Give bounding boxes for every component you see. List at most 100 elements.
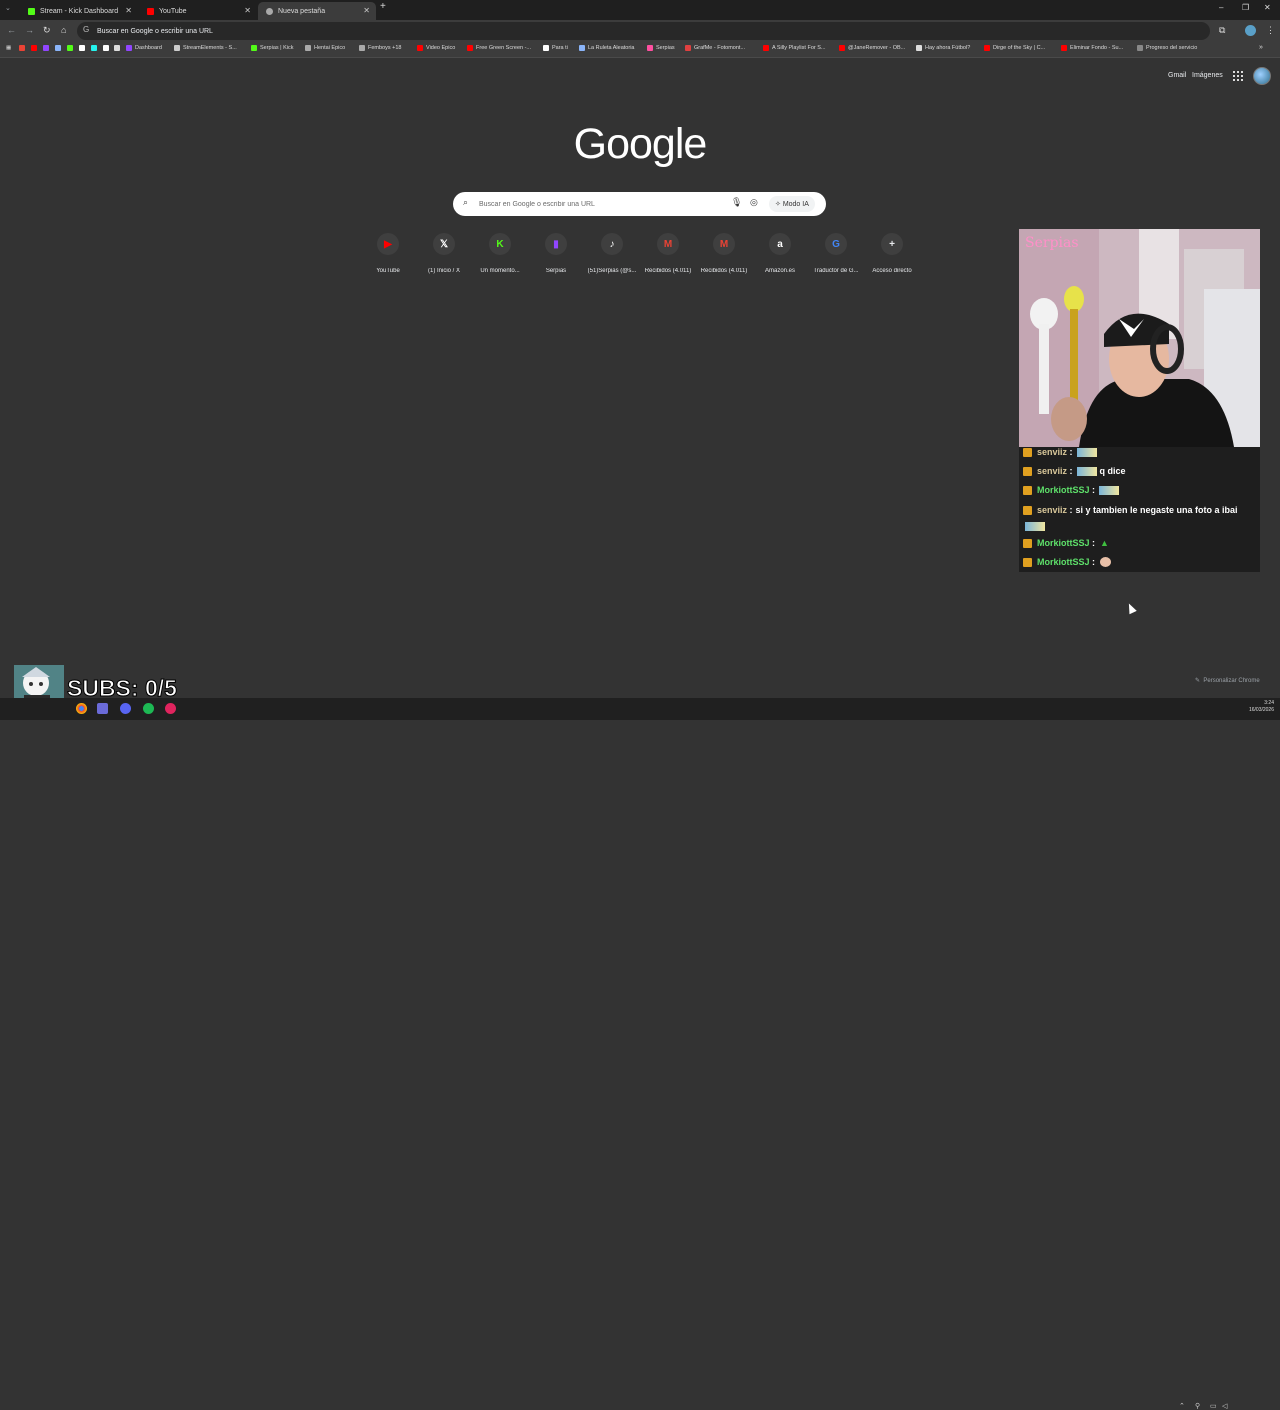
mouse-cursor xyxy=(1125,601,1137,615)
bookmark-icon[interactable] xyxy=(43,45,52,51)
sub-badge-icon xyxy=(1023,557,1032,567)
shortcut-tile[interactable]: G Traductor de G... xyxy=(808,233,864,274)
shortcut-label: Serpias xyxy=(545,268,567,274)
bookmarks-overflow-icon[interactable]: » xyxy=(1259,44,1263,51)
sub-badge-icon xyxy=(1023,447,1032,457)
home-icon[interactable]: ⌂ xyxy=(61,25,66,35)
bookmark-icon[interactable] xyxy=(79,45,88,51)
forward-icon[interactable]: → xyxy=(25,25,34,35)
minimize-button[interactable]: – xyxy=(1219,3,1223,12)
bookmark-icon[interactable] xyxy=(67,45,76,51)
app-taskbar-icon[interactable] xyxy=(165,703,176,714)
new-tab-button[interactable]: + xyxy=(380,1,386,12)
google-apps-icon[interactable] xyxy=(1233,71,1243,81)
shortcut-tile[interactable]: ▮ Serpias xyxy=(528,233,584,274)
windows-taskbar: ⌃ ⚲ ▭ ◁ xyxy=(0,698,1280,1410)
tray-network-icon[interactable]: ⚲ xyxy=(1195,1402,1200,1410)
sub-badge-icon xyxy=(1023,538,1032,548)
account-avatar[interactable] xyxy=(1253,67,1271,85)
close-icon[interactable]: ✕ xyxy=(363,6,370,15)
shortcut-tile[interactable]: M Recibidos (4.011) xyxy=(640,233,696,274)
obs-taskbar-icon[interactable] xyxy=(97,703,108,714)
bookmark-streamelements[interactable]: StreamElements - S... xyxy=(174,45,237,51)
tray-volume-icon[interactable]: ◁ xyxy=(1222,1402,1227,1410)
bookmark-icon[interactable] xyxy=(19,45,28,51)
system-clock[interactable]: 3:24 16/03/2026 xyxy=(1234,700,1274,714)
bookmark-eliminar-fondo[interactable]: Eliminar Fondo - Su... xyxy=(1061,45,1123,51)
shortcut-label: Recibidos (4.011) xyxy=(644,268,692,274)
shortcut-tile[interactable]: ▶ YouTube xyxy=(360,233,416,274)
emote-icon xyxy=(1025,522,1045,531)
close-window-button[interactable]: ✕ xyxy=(1264,3,1271,12)
bookmark-grafme[interactable]: GrafMe - Fotomont... xyxy=(685,45,745,51)
bookmark-folder[interactable]: Femboys +18 xyxy=(359,45,401,51)
shortcut-label: Un momento... xyxy=(480,268,520,274)
apps-icon[interactable]: ▦ xyxy=(6,45,11,51)
bookmark-janeremover[interactable]: @JaneRemover - OB... xyxy=(839,45,905,51)
close-icon[interactable]: ✕ xyxy=(244,6,251,15)
google-icon: G xyxy=(83,25,90,34)
bookmark-icon[interactable] xyxy=(103,45,112,51)
kick-icon xyxy=(28,7,35,15)
restore-button[interactable]: ❐ xyxy=(1242,3,1249,12)
images-link[interactable]: Imágenes xyxy=(1192,72,1223,79)
microphone-icon[interactable]: 🎙 xyxy=(731,197,742,208)
bookmarks-bar: ▦ Dashboard StreamElements - S... Serpia… xyxy=(0,42,1280,58)
tab-youtube[interactable]: YouTube ✕ xyxy=(139,2,257,20)
chrome-taskbar-icon[interactable] xyxy=(76,703,87,714)
ai-mode-button[interactable]: ✧ Modo IA xyxy=(769,196,815,212)
google-lens-icon[interactable]: ◎ xyxy=(750,197,758,208)
gmail-link[interactable]: Gmail xyxy=(1168,72,1186,79)
shortcut-label: Acceso directo xyxy=(872,268,912,274)
bookmark-futbol[interactable]: Hay ahora Fútbol? xyxy=(916,45,970,51)
webcam-neon-sign: Serpias xyxy=(1025,235,1079,251)
tab-label: Stream - Kick Dashboard xyxy=(40,7,119,15)
bookmark-dashboard[interactable]: Dashboard xyxy=(126,45,162,51)
shortcut-tile[interactable]: + Acceso directo xyxy=(864,233,920,274)
bookmark-serpias[interactable]: Serpias xyxy=(647,45,675,51)
spotify-taskbar-icon[interactable] xyxy=(143,703,154,714)
address-bar[interactable]: G Buscar en Google o escribir una URL xyxy=(77,22,1210,40)
sub-badge-icon xyxy=(1023,466,1032,476)
search-input[interactable] xyxy=(477,196,727,212)
bookmark-dirge[interactable]: Dirge of the Sky | C... xyxy=(984,45,1045,51)
bookmark-icon[interactable] xyxy=(91,45,100,51)
emote-icon xyxy=(1076,466,1097,476)
bookmark-playlist[interactable]: A Silly Playlist For S... xyxy=(763,45,826,51)
extensions-icon[interactable]: ⧉ xyxy=(1219,25,1225,36)
tab-kick-dashboard[interactable]: Stream - Kick Dashboard ✕ xyxy=(20,2,138,20)
discord-taskbar-icon[interactable] xyxy=(120,703,131,714)
shortcut-tile[interactable]: K Un momento... xyxy=(472,233,528,274)
bookmark-ruleta[interactable]: La Ruleta Aleatoria xyxy=(579,45,634,51)
ai-mode-icon: ✧ xyxy=(775,201,783,208)
shortcut-tile[interactable]: M Recibidos (4.011) xyxy=(696,233,752,274)
bookmark-serpias-kick[interactable]: Serpias | Kick xyxy=(251,45,294,51)
reload-icon[interactable]: ↻ xyxy=(43,25,51,36)
menu-icon[interactable]: ⋮ xyxy=(1266,25,1275,36)
chat-message: MorkiottSSJ : xyxy=(1023,557,1112,567)
back-icon[interactable]: ← xyxy=(7,25,16,35)
shortcut-tile[interactable]: ♪ (51)Serpias (@s... xyxy=(584,233,640,274)
shortcut-icon: M xyxy=(713,233,735,255)
bookmark-icon[interactable] xyxy=(31,45,40,51)
profile-icon[interactable] xyxy=(1245,25,1256,36)
bookmark-icon[interactable] xyxy=(55,45,64,51)
bookmark-icon[interactable] xyxy=(114,45,123,51)
tray-chevron-icon[interactable]: ⌃ xyxy=(1179,1402,1185,1410)
tab-new-tab[interactable]: Nueva pestaña ✕ xyxy=(258,2,376,20)
tray-monitor-icon[interactable]: ▭ xyxy=(1210,1402,1217,1410)
shortcut-icon: K xyxy=(489,233,511,255)
chat-message: MorkiottSSJ : ▲ xyxy=(1023,538,1109,548)
bookmark-video[interactable]: Video Epico xyxy=(417,45,455,51)
close-icon[interactable]: ✕ xyxy=(125,6,132,15)
bookmark-green-screen[interactable]: Free Green Screen -... xyxy=(467,45,531,51)
shortcut-tile[interactable]: 𝕏 (1) Inicio / X xyxy=(416,233,472,274)
search-box[interactable]: ⌕ 🎙 ◎ ✧ Modo IA xyxy=(453,192,826,216)
bookmark-progreso[interactable]: Progreso del servicio xyxy=(1137,45,1197,51)
customize-chrome-button[interactable]: ✎ Personalizar Chrome xyxy=(1189,674,1269,687)
bookmark-para-ti[interactable]: Para ti xyxy=(543,45,568,51)
shortcut-tile[interactable]: a Amazon.es xyxy=(752,233,808,274)
bookmark-folder[interactable]: Hentai Epico xyxy=(305,45,345,51)
tab-search-icon[interactable]: ⌄ xyxy=(5,4,11,12)
shortcut-label: Recibidos (4.011) xyxy=(700,268,748,274)
